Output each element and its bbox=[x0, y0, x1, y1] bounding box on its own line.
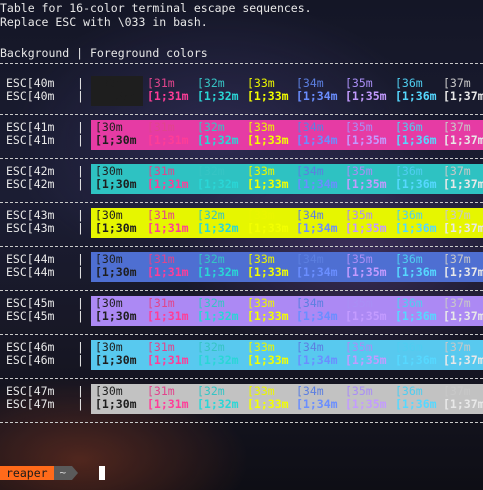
header-line-1: Table for 16-color terminal escape seque… bbox=[0, 1, 312, 15]
fg-sample-bold: [1;30m bbox=[95, 221, 137, 235]
pipe-separator: | bbox=[77, 397, 84, 411]
pipe-separator: | bbox=[77, 133, 84, 147]
pipe-separator: | bbox=[77, 265, 84, 279]
bg-label: ESC[44m bbox=[6, 265, 55, 279]
fg-sample-bold: [1;35m bbox=[345, 89, 387, 103]
fg-sample-bold: [1;34m bbox=[296, 309, 338, 323]
table-separator bbox=[0, 246, 483, 247]
text-cursor[interactable] bbox=[99, 466, 105, 480]
fg-sample-bold: [1;35m bbox=[345, 177, 387, 191]
bg-label: ESC[47m bbox=[6, 397, 55, 411]
fg-sample-bold: [1;35m bbox=[345, 265, 387, 279]
fg-sample-bold: [1;30m bbox=[95, 353, 137, 367]
table-separator bbox=[0, 334, 483, 335]
bg-label: ESC[40m bbox=[6, 89, 55, 103]
fg-sample-bold: [1;37m bbox=[443, 397, 483, 411]
table-separator bbox=[0, 63, 483, 64]
fg-sample-bold: [1;31m bbox=[147, 265, 189, 279]
fg-sample-bold: [1;31m bbox=[147, 221, 189, 235]
pipe-separator: | bbox=[77, 221, 84, 235]
fg-sample-bold: [1;34m bbox=[296, 133, 338, 147]
fg-sample-bold: [1;35m bbox=[345, 221, 387, 235]
fg-sample-bold: [1;36m bbox=[395, 177, 437, 191]
table-separator bbox=[0, 378, 483, 379]
pipe-separator: | bbox=[77, 177, 84, 191]
fg-sample-bold: [1;32m bbox=[197, 177, 239, 191]
table-separator bbox=[0, 114, 483, 115]
fg-sample-bold: [1;33m bbox=[247, 221, 289, 235]
fg-sample-bold: [1;36m bbox=[395, 265, 437, 279]
fg-sample-bold: [1;31m bbox=[147, 353, 189, 367]
fg-sample-bold: [1;32m bbox=[197, 221, 239, 235]
fg-sample-bold: [1;30m bbox=[95, 397, 137, 411]
fg-sample-bold: [1;36m bbox=[395, 221, 437, 235]
bg-label: ESC[45m bbox=[6, 309, 55, 323]
fg-sample-bold: [1;33m bbox=[247, 133, 289, 147]
fg-sample-bold: [1;32m bbox=[197, 89, 239, 103]
fg-sample-bold: [1;36m bbox=[395, 397, 437, 411]
fg-sample-bold: [1;32m bbox=[197, 265, 239, 279]
fg-sample-bold: [1;33m bbox=[247, 89, 289, 103]
fg-sample-bold: [1;31m bbox=[147, 397, 189, 411]
table-separator bbox=[0, 158, 483, 159]
fg-sample-bold: [1;34m bbox=[296, 221, 338, 235]
fg-sample-bold: [1;33m bbox=[247, 309, 289, 323]
fg-sample-bold: [1;37m bbox=[443, 133, 483, 147]
fg-sample-bold: [1;34m bbox=[296, 177, 338, 191]
fg-sample-bold: [1;32m bbox=[197, 397, 239, 411]
fg-sample-bold: [1;33m bbox=[247, 397, 289, 411]
fg-sample-bold: [1;36m bbox=[395, 353, 437, 367]
fg-sample-bold: [1;30m bbox=[95, 309, 137, 323]
fg-sample-bold: [1;34m bbox=[296, 265, 338, 279]
fg-sample-bold: [1;31m bbox=[147, 309, 189, 323]
header-line-2: Replace ESC with \033 in bash. bbox=[0, 15, 208, 29]
fg-sample-bold: [1;30m bbox=[95, 265, 137, 279]
shell-prompt: reaper ~ bbox=[0, 466, 79, 480]
fg-sample-bold: [1;31m bbox=[147, 133, 189, 147]
fg-sample-bold: [1;35m bbox=[345, 133, 387, 147]
fg-sample-bold: [1;37m bbox=[443, 221, 483, 235]
bg-label: ESC[46m bbox=[6, 353, 55, 367]
fg-sample-bold: [1;37m bbox=[443, 177, 483, 191]
prompt-user: reaper bbox=[0, 466, 54, 480]
column-header: Background | Foreground colors bbox=[0, 46, 208, 60]
bg-label: ESC[41m bbox=[6, 133, 55, 147]
fg-sample-bold: [1;35m bbox=[345, 309, 387, 323]
fg-sample-bold: [1;36m bbox=[395, 309, 437, 323]
fg-sample-bold: [1;35m bbox=[345, 397, 387, 411]
fg-sample-bold: [1;30m bbox=[95, 133, 137, 147]
table-separator bbox=[0, 290, 483, 291]
fg-sample-bold: [1;33m bbox=[247, 353, 289, 367]
pipe-separator: | bbox=[77, 353, 84, 367]
pipe-separator: | bbox=[77, 89, 84, 103]
prompt-arrow-icon bbox=[72, 466, 79, 480]
fg-sample-bold: [1;37m bbox=[443, 353, 483, 367]
fg-sample-bold: [1;37m bbox=[443, 89, 483, 103]
fg-sample-bold: [1;32m bbox=[197, 353, 239, 367]
table-separator bbox=[0, 202, 483, 203]
fg-sample-bold: [1;31m bbox=[147, 89, 189, 103]
fg-sample-bold: [1;31m bbox=[147, 177, 189, 191]
bg-label: ESC[42m bbox=[6, 177, 55, 191]
fg-sample-bold: [1;35m bbox=[345, 353, 387, 367]
fg-sample-bold: [1;32m bbox=[197, 309, 239, 323]
fg-sample-bold: [1;36m bbox=[395, 133, 437, 147]
bg-label: ESC[43m bbox=[6, 221, 55, 235]
fg-sample-bold: [1;30m bbox=[95, 177, 137, 191]
fg-sample-bold: [1;36m bbox=[395, 89, 437, 103]
fg-sample-bold: [1;33m bbox=[247, 177, 289, 191]
fg-sample-bold: [1;34m bbox=[296, 89, 338, 103]
fg-sample-bold: [1;37m bbox=[443, 309, 483, 323]
fg-sample-bold: [1;33m bbox=[247, 265, 289, 279]
pipe-separator: | bbox=[77, 309, 84, 323]
fg-sample-bold: [1;37m bbox=[443, 265, 483, 279]
fg-sample-bold: [1;32m bbox=[197, 133, 239, 147]
prompt-directory: ~ bbox=[53, 466, 73, 480]
table-separator bbox=[0, 422, 483, 423]
fg-sample-bold: [1;30m bbox=[95, 89, 137, 103]
fg-sample-bold: [1;34m bbox=[296, 397, 338, 411]
fg-sample-bold: [1;34m bbox=[296, 353, 338, 367]
